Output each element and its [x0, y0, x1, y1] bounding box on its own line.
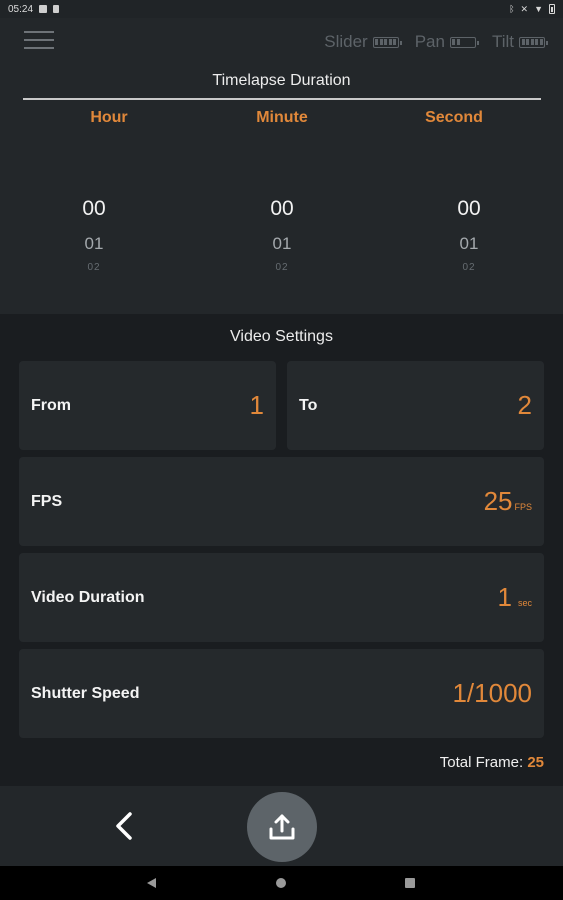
- fps-unit: FPS: [514, 502, 532, 512]
- second-picker[interactable]: 00 01 02: [409, 194, 529, 278]
- back-button[interactable]: [108, 808, 140, 844]
- fps-card[interactable]: FPS 25 FPS: [19, 457, 544, 546]
- hour-picker[interactable]: 00 01 02: [34, 194, 154, 278]
- menu-line: [24, 39, 54, 41]
- wifi-icon: ▼: [534, 3, 543, 14]
- total-frame: Total Frame: 25: [440, 754, 544, 771]
- hour-header: Hour: [90, 109, 128, 126]
- shutter-speed-label: Shutter Speed: [31, 684, 140, 702]
- timelapse-panel: Slider Pan Tilt Timelapse Duration Hour …: [0, 18, 563, 314]
- device-slider[interactable]: Slider: [324, 32, 402, 52]
- mute-icon: ✕: [520, 3, 529, 14]
- device-status-list: Slider Pan Tilt: [324, 32, 548, 52]
- to-value: 2: [518, 390, 532, 421]
- divider: [23, 98, 541, 100]
- video-settings-title: Video Settings: [230, 328, 333, 345]
- video-duration-label: Video Duration: [31, 588, 145, 606]
- from-card[interactable]: From 1: [19, 361, 276, 450]
- upload-button[interactable]: [247, 792, 317, 862]
- video-duration-card[interactable]: Video Duration 1 sec: [19, 553, 544, 642]
- chevron-left-icon: [116, 812, 132, 840]
- video-duration-unit: sec: [517, 598, 532, 608]
- upload-icon: [269, 814, 295, 840]
- timelapse-title: Timelapse Duration: [212, 72, 351, 89]
- bottom-action-bar: [0, 786, 563, 866]
- total-frame-label: Total Frame:: [439, 754, 524, 771]
- shutter-speed-value: 1/1000: [452, 678, 532, 709]
- fps-number: 25: [483, 486, 513, 516]
- picker-selected-value: 00: [270, 197, 294, 220]
- to-label: To: [299, 396, 318, 414]
- notification-icon: [39, 5, 48, 13]
- picker-far-value: 02: [87, 262, 101, 273]
- menu-line: [24, 31, 54, 33]
- status-time: 05:24: [8, 3, 34, 15]
- total-frame-value: 25: [527, 754, 544, 771]
- to-card[interactable]: To 2: [287, 361, 544, 450]
- circle-home-icon[interactable]: [276, 878, 286, 888]
- shutter-speed-number: 1/1000: [452, 678, 532, 708]
- device-pan[interactable]: Pan: [414, 32, 479, 52]
- from-label: From: [31, 396, 71, 414]
- picker-next-value: 01: [459, 234, 479, 253]
- video-duration-number: 1: [497, 582, 512, 612]
- fps-value: 25 FPS: [484, 486, 532, 517]
- second-header: Second: [425, 109, 483, 126]
- status-right: ᛒ ✕ ▼: [509, 4, 555, 14]
- picker-next-value: 01: [272, 234, 292, 253]
- battery-icon: [549, 4, 555, 14]
- picker-far-value: 02: [275, 262, 289, 273]
- hamburger-menu-icon[interactable]: [24, 31, 54, 53]
- fps-label: FPS: [31, 492, 63, 510]
- to-number: 2: [517, 390, 532, 420]
- notification-icon-2: [53, 5, 60, 13]
- picker-far-value: 02: [462, 262, 476, 273]
- device-tilt[interactable]: Tilt: [491, 32, 548, 52]
- battery-icon: [449, 36, 479, 48]
- picker-selected-value: 00: [457, 197, 481, 220]
- from-number: 1: [249, 390, 264, 420]
- device-label: Slider: [324, 32, 368, 51]
- system-nav-bar: [0, 866, 563, 900]
- shutter-speed-card[interactable]: Shutter Speed 1/1000: [19, 649, 544, 738]
- picker-next-value: 01: [84, 234, 104, 253]
- minute-picker[interactable]: 00 01 02: [222, 194, 342, 278]
- picker-selected-value: 00: [82, 197, 106, 220]
- device-label: Tilt: [491, 32, 514, 51]
- bluetooth-icon: ᛒ: [509, 3, 515, 14]
- battery-icon: [372, 36, 402, 48]
- triangle-back-icon[interactable]: [147, 878, 156, 888]
- from-value: 1: [250, 390, 264, 421]
- square-recents-icon[interactable]: [405, 878, 415, 888]
- video-duration-value: 1 sec: [498, 582, 532, 613]
- minute-header: Minute: [256, 109, 308, 126]
- device-label: Pan: [414, 32, 445, 51]
- battery-icon: [519, 36, 548, 48]
- status-left: 05:24: [8, 3, 60, 15]
- menu-line: [24, 47, 54, 49]
- status-bar: 05:24 ᛒ ✕ ▼: [0, 0, 563, 18]
